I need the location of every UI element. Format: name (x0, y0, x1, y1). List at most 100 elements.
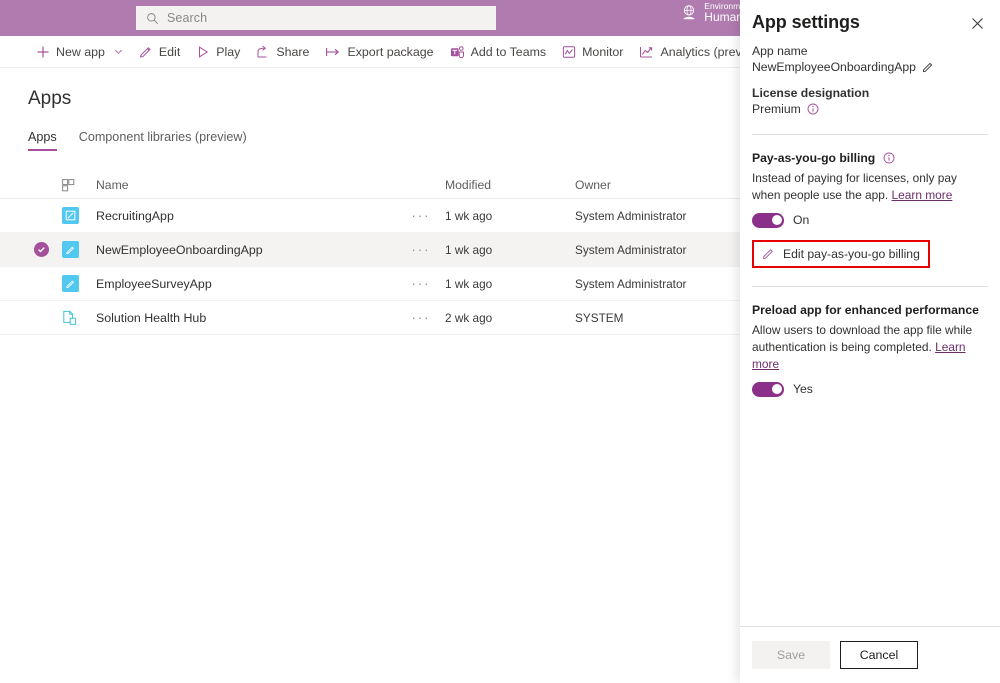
preload-toggle-row: Yes (752, 382, 988, 397)
add-to-teams-label: Add to Teams (471, 45, 547, 59)
row-owner: System Administrator (575, 277, 740, 291)
edit-button[interactable]: Edit (131, 36, 188, 68)
payg-heading: Pay-as-you-go billing (752, 151, 875, 165)
preload-toggle-state: Yes (793, 382, 813, 396)
export-package-label: Export package (347, 45, 433, 59)
cancel-button[interactable]: Cancel (840, 641, 918, 669)
row-app-icon-cell (62, 241, 96, 258)
header-icon-column (62, 179, 96, 192)
play-button[interactable]: Play (188, 36, 248, 68)
row-overflow-menu[interactable]: ··· (397, 208, 445, 223)
panel-header: App settings (740, 0, 1000, 34)
row-app-icon-cell (62, 207, 96, 224)
search-icon (146, 12, 159, 25)
payg-learn-more-link[interactable]: Learn more (892, 188, 953, 202)
preload-heading: Preload app for enhanced performance (752, 303, 988, 317)
row-owner: System Administrator (575, 243, 740, 257)
row-overflow-menu[interactable]: ··· (397, 310, 445, 325)
close-icon (971, 17, 984, 30)
tab-component-libraries[interactable]: Component libraries (preview) (79, 130, 247, 151)
share-icon (256, 45, 270, 59)
edit-pay-as-you-go-billing-label: Edit pay-as-you-go billing (783, 247, 920, 261)
app-name-value: NewEmployeeOnboardingApp (752, 60, 916, 74)
canvas-app-icon (62, 207, 79, 224)
row-app-name[interactable]: Solution Health Hub (96, 311, 397, 325)
row-modified: 1 wk ago (445, 277, 575, 291)
row-app-icon-cell (62, 310, 96, 326)
license-designation-value-row: Premium (752, 102, 988, 116)
pencil-icon (139, 45, 153, 59)
preload-toggle[interactable] (752, 382, 784, 397)
monitor-button[interactable]: Monitor (554, 36, 631, 68)
edit-label: Edit (159, 45, 180, 59)
search-placeholder-text: Search (167, 11, 207, 25)
export-arrow-icon (325, 45, 341, 59)
panel-title: App settings (752, 12, 860, 33)
share-button[interactable]: Share (248, 36, 317, 68)
row-owner: SYSTEM (575, 311, 740, 325)
row-modified: 1 wk ago (445, 209, 575, 223)
export-package-button[interactable]: Export package (317, 36, 441, 68)
payg-heading-row: Pay-as-you-go billing (752, 151, 988, 165)
new-app-button[interactable]: New app (28, 36, 131, 68)
tab-apps[interactable]: Apps (28, 130, 57, 151)
play-label: Play (216, 45, 240, 59)
pencil-icon[interactable] (922, 61, 934, 73)
environment-globe-icon (681, 4, 697, 22)
license-designation-label: License designation (752, 86, 988, 100)
preload-description: Allow users to download the app file whi… (752, 322, 988, 373)
panel-footer: Save Cancel (740, 626, 1000, 683)
tab-component-libraries-label: Component libraries (preview) (79, 130, 247, 144)
row-app-name[interactable]: EmployeeSurveyApp (96, 277, 397, 291)
row-modified: 2 wk ago (445, 311, 575, 325)
panel-body: App name NewEmployeeOnboardingApp Licens… (740, 44, 1000, 397)
search-input[interactable]: Search (136, 6, 496, 30)
row-select-checkbox[interactable] (0, 242, 62, 257)
row-overflow-menu[interactable]: ··· (397, 276, 445, 291)
save-button[interactable]: Save (752, 641, 830, 669)
tab-list: Apps Component libraries (preview) (28, 130, 247, 151)
row-app-name[interactable]: RecruitingApp (96, 209, 397, 223)
payg-toggle-state: On (793, 213, 809, 227)
close-panel-button[interactable] (966, 12, 988, 34)
pencil-icon (762, 247, 775, 260)
page-title: Apps (28, 88, 71, 110)
header-name[interactable]: Name (96, 178, 397, 192)
table-row[interactable]: RecruitingApp ··· 1 wk ago System Admini… (0, 199, 740, 233)
tab-apps-label: Apps (28, 130, 57, 144)
table-row[interactable]: Solution Health Hub ··· 2 wk ago SYSTEM (0, 301, 740, 335)
grid-icon (62, 179, 75, 192)
add-to-teams-button[interactable]: Add to Teams (442, 36, 555, 68)
header-owner[interactable]: Owner (575, 178, 740, 192)
table-row[interactable]: EmployeeSurveyApp ··· 1 wk ago System Ad… (0, 267, 740, 301)
row-modified: 1 wk ago (445, 243, 575, 257)
app-settings-panel: App settings App name NewEmployeeOnboard… (740, 0, 1000, 683)
license-designation-value: Premium (752, 102, 801, 116)
monitor-label: Monitor (582, 45, 623, 59)
info-icon[interactable] (807, 103, 819, 115)
table-row[interactable]: NewEmployeeOnboardingApp ··· 1 wk ago Sy… (0, 233, 740, 267)
header-modified[interactable]: Modified (445, 178, 575, 192)
chevron-down-icon (114, 47, 123, 56)
canvas-app-pencil-icon (62, 275, 79, 292)
app-name-label: App name (752, 44, 988, 58)
analytics-trend-icon (639, 45, 654, 59)
info-icon[interactable] (883, 152, 895, 164)
payg-description: Instead of paying for licenses, only pay… (752, 170, 988, 204)
plus-icon (36, 45, 50, 59)
edit-pay-as-you-go-billing-button[interactable]: Edit pay-as-you-go billing (752, 240, 930, 268)
new-app-label: New app (56, 45, 105, 59)
row-owner: System Administrator (575, 209, 740, 223)
row-overflow-menu[interactable]: ··· (397, 242, 445, 257)
row-app-icon-cell (62, 275, 96, 292)
payg-toggle-row: On (752, 213, 988, 228)
table-header-row: Name Modified Owner (0, 172, 740, 199)
model-app-pages-icon (62, 310, 78, 326)
payg-toggle[interactable] (752, 213, 784, 228)
row-app-name[interactable]: NewEmployeeOnboardingApp (96, 243, 397, 257)
teams-icon (450, 45, 465, 59)
canvas-app-pencil-icon (62, 241, 79, 258)
panel-divider (752, 134, 988, 135)
play-triangle-icon (196, 45, 210, 59)
panel-divider (752, 286, 988, 287)
